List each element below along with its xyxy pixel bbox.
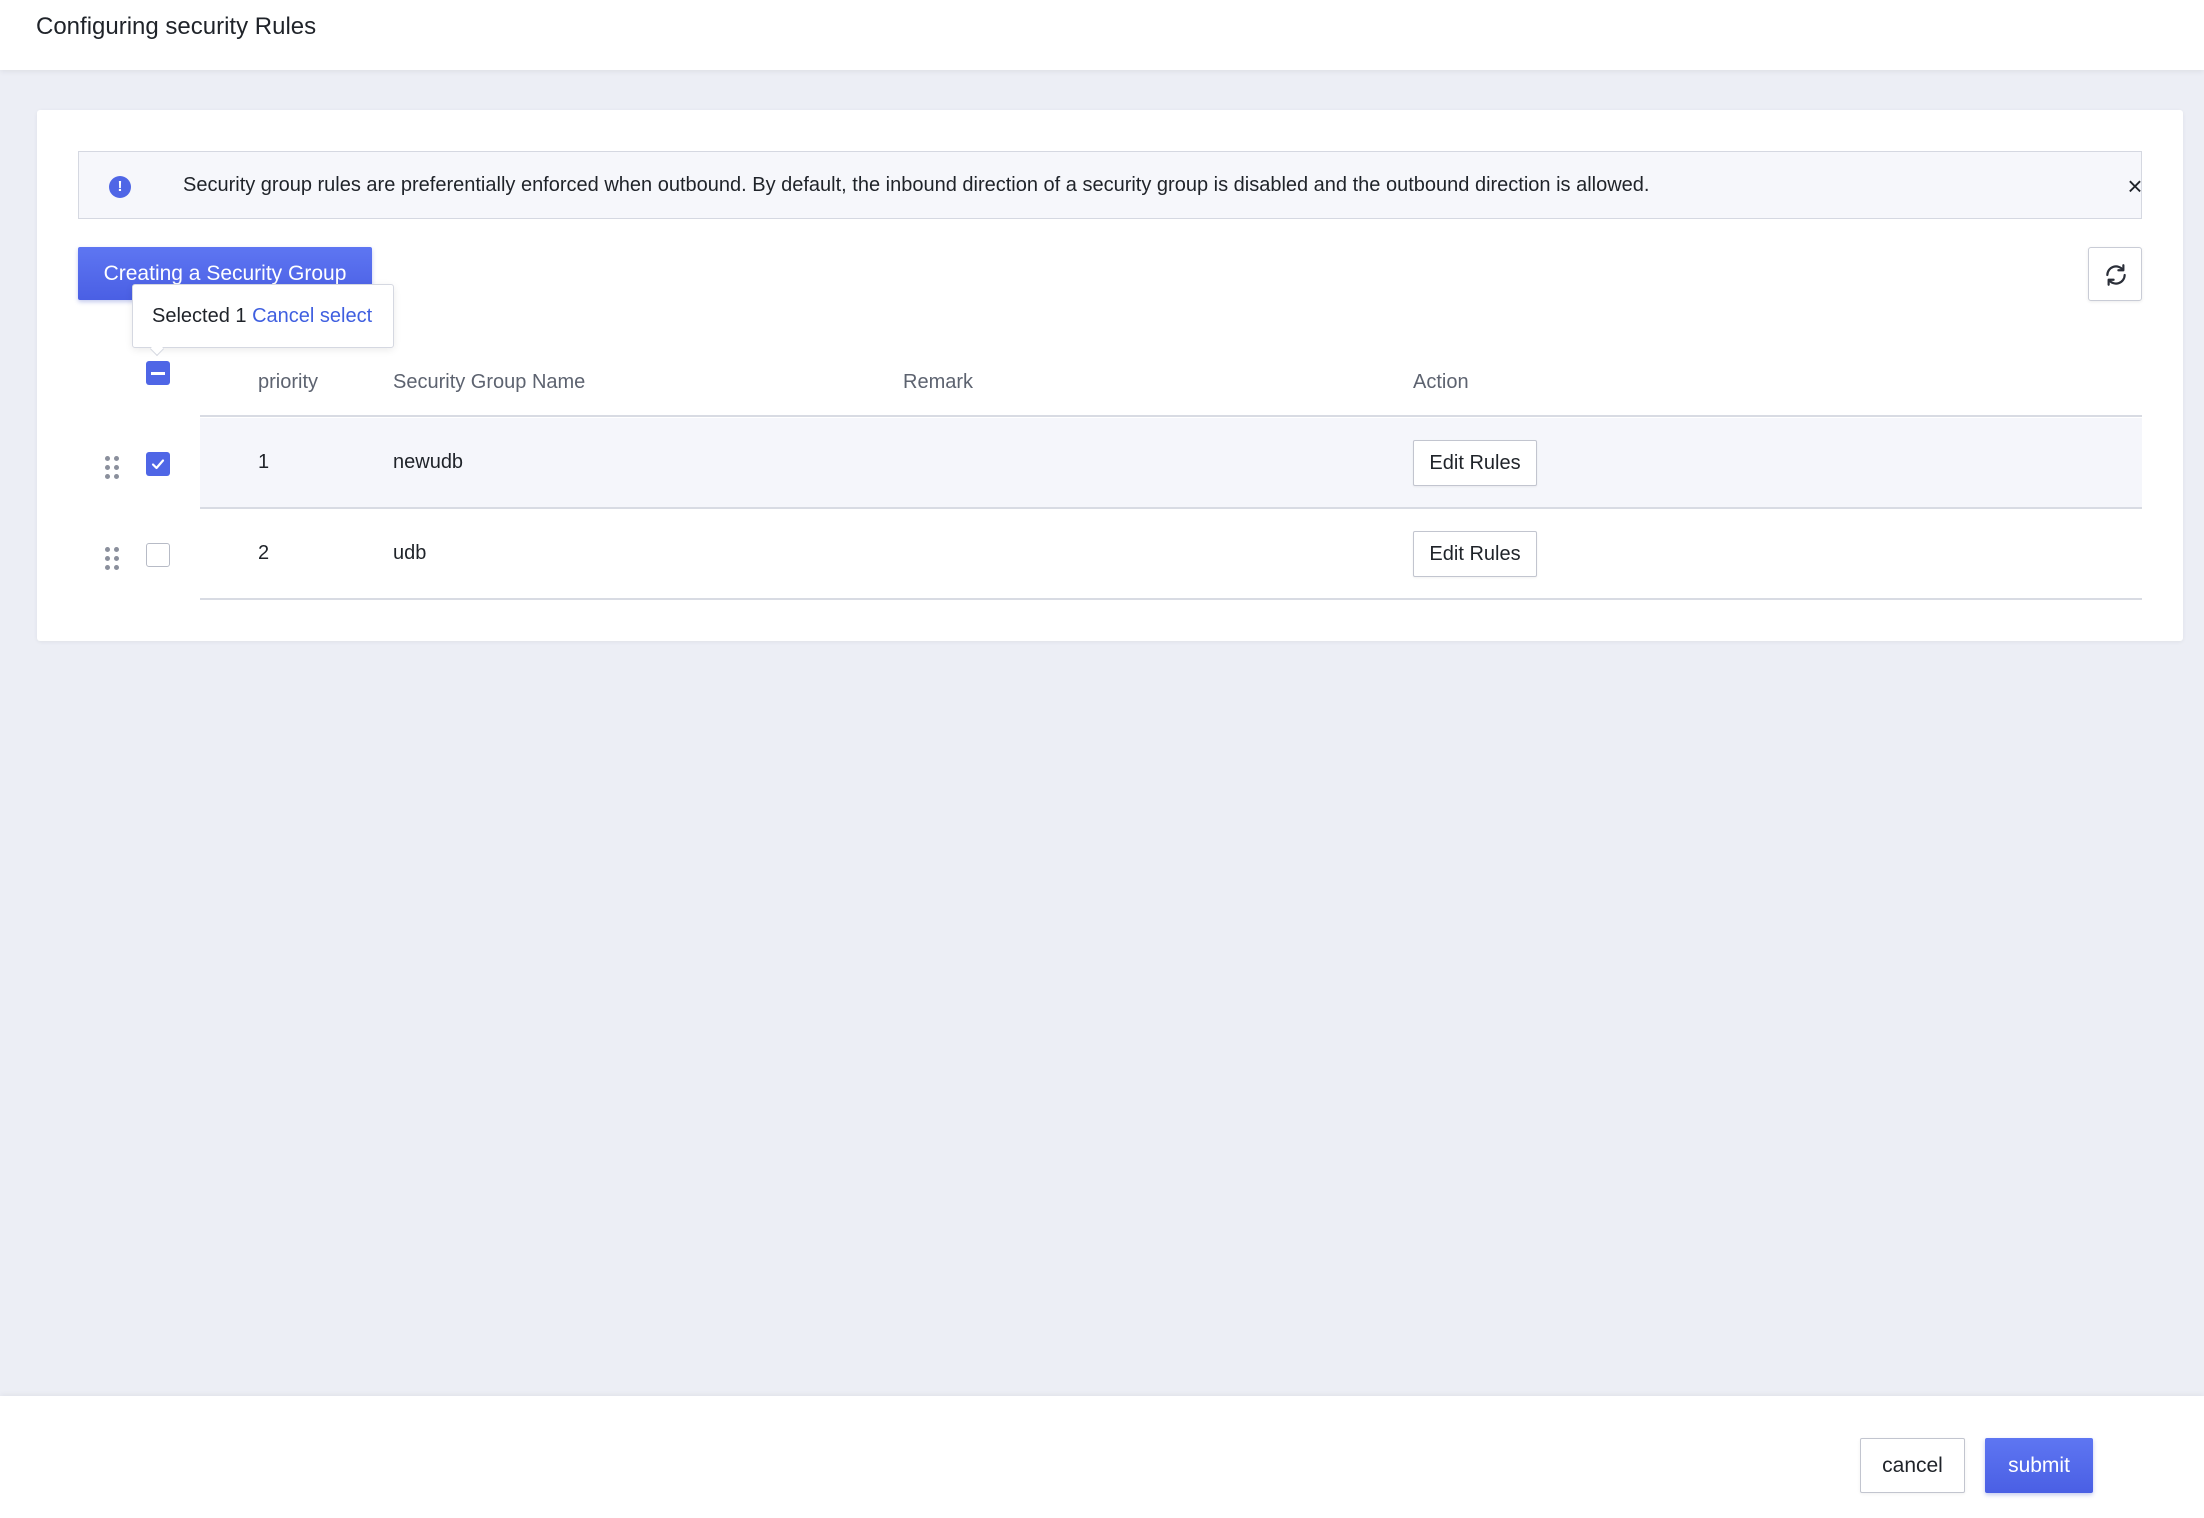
footer-bar: cancel submit xyxy=(0,1396,2204,1518)
column-header-action: Action xyxy=(1413,371,1469,393)
edit-rules-button[interactable]: Edit Rules xyxy=(1413,531,1537,577)
page: Configuring security Rules ! Security gr… xyxy=(0,0,2204,1518)
refresh-icon xyxy=(2106,264,2126,286)
table-header: priority Security Group Name Remark Acti… xyxy=(200,343,2142,417)
page-header: Configuring security Rules xyxy=(0,0,2204,70)
info-icon: ! xyxy=(109,176,131,198)
close-icon[interactable]: × xyxy=(2121,172,2149,200)
row-priority: 1 xyxy=(258,451,270,473)
drag-handle-icon[interactable] xyxy=(105,456,121,480)
info-alert: ! Security group rules are preferentiall… xyxy=(78,151,2143,219)
column-header-priority: priority xyxy=(258,371,319,393)
select-all-checkbox[interactable] xyxy=(146,361,170,385)
row-checkbox[interactable] xyxy=(146,543,170,567)
tooltip-caret xyxy=(149,341,165,357)
cancel-select-link[interactable]: Cancel select xyxy=(252,305,372,327)
column-header-name: Security Group Name xyxy=(393,371,586,393)
selection-tooltip: Selected 1 Cancel select xyxy=(132,284,394,357)
refresh-button[interactable] xyxy=(2088,247,2142,301)
drag-handle-icon[interactable] xyxy=(105,547,121,571)
row-name: udb xyxy=(393,542,427,564)
security-group-card: ! Security group rules are preferentiall… xyxy=(37,110,2183,641)
submit-button[interactable]: submit xyxy=(1985,1438,2093,1493)
row-checkbox[interactable] xyxy=(146,452,170,476)
cancel-button[interactable]: cancel xyxy=(1860,1438,1965,1493)
page-title: Configuring security Rules xyxy=(36,13,317,40)
table-row[interactable]: 2 udb Edit Rules xyxy=(200,509,2142,600)
row-name: newudb xyxy=(393,451,464,473)
column-header-remark: Remark xyxy=(903,371,974,393)
table-row[interactable]: 1 newudb Edit Rules xyxy=(200,418,2142,509)
row-priority: 2 xyxy=(258,542,270,564)
alert-message: Security group rules are preferentially … xyxy=(183,174,1650,196)
selected-count: Selected 1 xyxy=(152,305,247,327)
check-icon xyxy=(151,459,165,470)
edit-rules-button[interactable]: Edit Rules xyxy=(1413,440,1537,486)
